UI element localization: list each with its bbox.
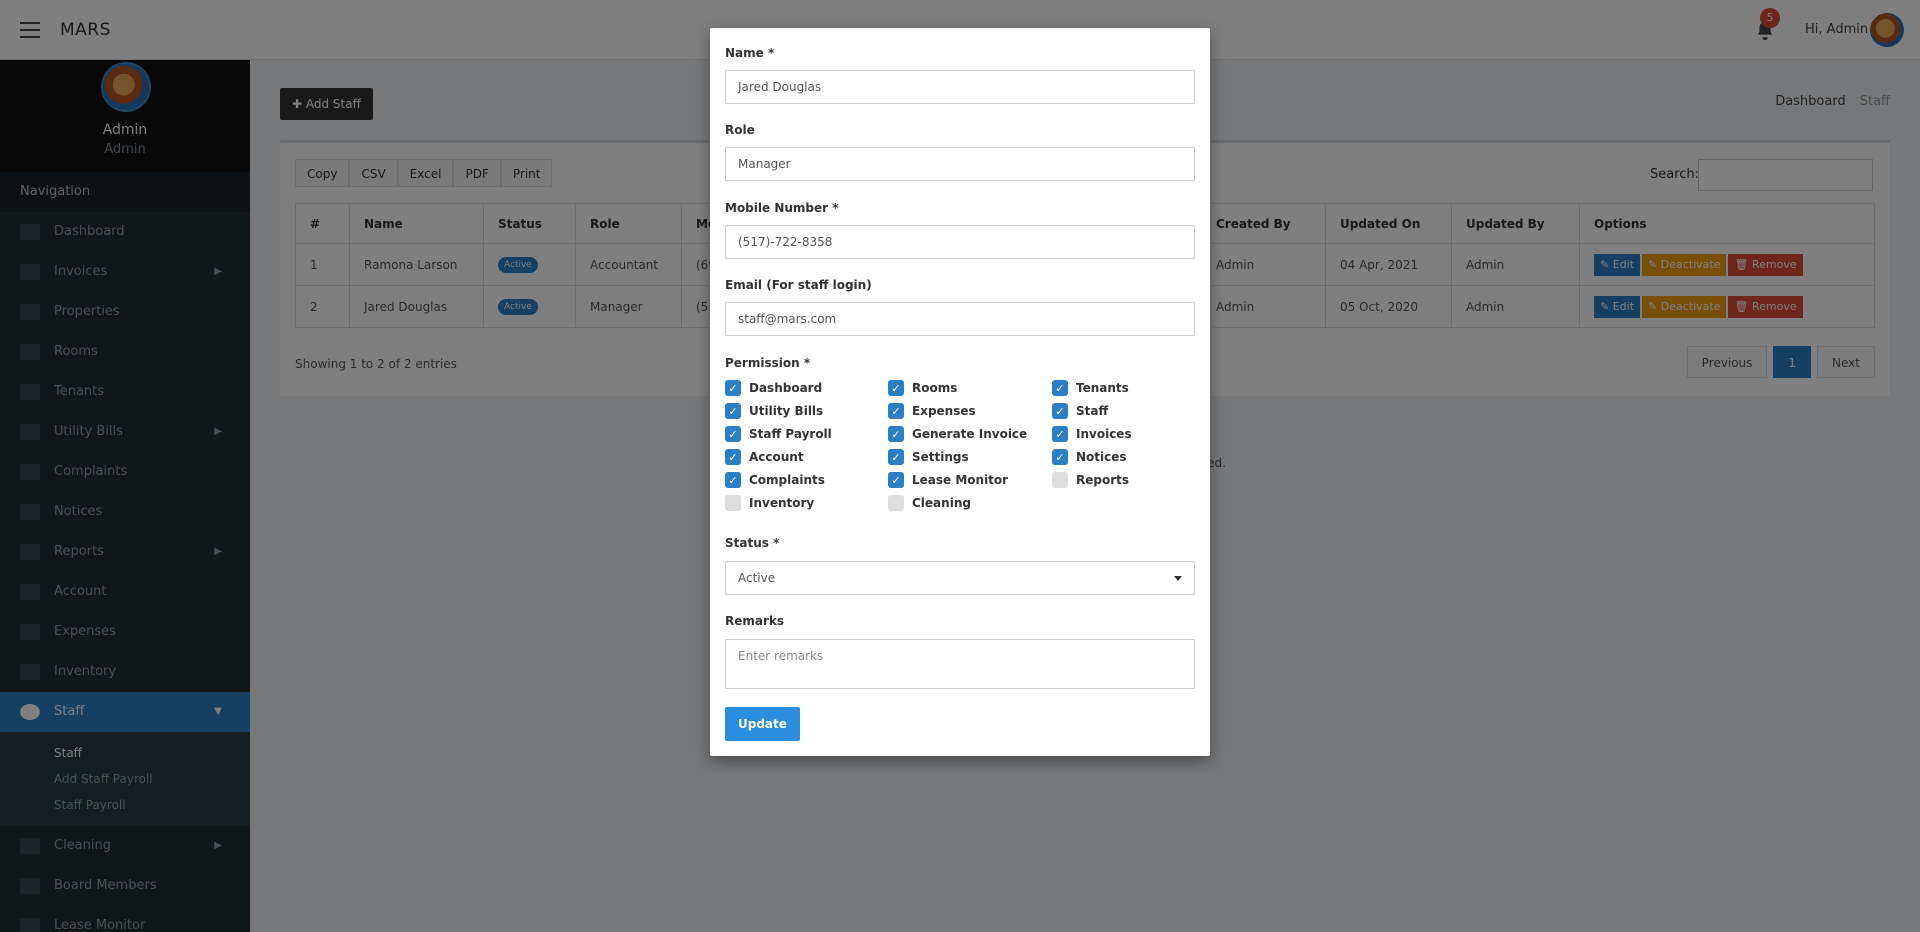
- checkbox-checked-icon[interactable]: ✓: [725, 403, 741, 419]
- status-label: Status *: [725, 536, 780, 550]
- checkbox-checked-icon[interactable]: ✓: [1052, 426, 1068, 442]
- permission-expenses[interactable]: ✓ Expenses: [888, 403, 976, 419]
- checkbox-checked-icon[interactable]: ✓: [888, 380, 904, 396]
- checkbox-checked-icon[interactable]: ✓: [725, 472, 741, 488]
- role-input[interactable]: Manager: [725, 147, 1195, 181]
- checkbox-checked-icon[interactable]: ✓: [725, 449, 741, 465]
- update-button[interactable]: Update: [725, 707, 800, 741]
- name-input[interactable]: Jared Douglas: [725, 70, 1195, 104]
- permission-tenants[interactable]: ✓ Tenants: [1052, 380, 1129, 396]
- checkbox-checked-icon[interactable]: ✓: [725, 426, 741, 442]
- permission-complaints[interactable]: ✓ Complaints: [725, 472, 825, 488]
- permission-staff[interactable]: ✓ Staff: [1052, 403, 1108, 419]
- checkbox-checked-icon[interactable]: ✓: [888, 449, 904, 465]
- permission-inventory[interactable]: Inventory: [725, 495, 814, 511]
- permission-settings[interactable]: ✓ Settings: [888, 449, 969, 465]
- mobile-input[interactable]: (517)-722-8358: [725, 225, 1195, 259]
- checkbox-unchecked-icon[interactable]: [888, 495, 904, 511]
- mobile-label: Mobile Number *: [725, 201, 839, 215]
- permission-notices[interactable]: ✓ Notices: [1052, 449, 1127, 465]
- edit-staff-modal: Name * Jared Douglas Role Manager Mobile…: [710, 28, 1210, 756]
- checkbox-unchecked-icon[interactable]: [725, 495, 741, 511]
- checkbox-checked-icon[interactable]: ✓: [1052, 449, 1068, 465]
- email-input[interactable]: staff@mars.com: [725, 302, 1195, 336]
- checkbox-checked-icon[interactable]: ✓: [1052, 380, 1068, 396]
- checkbox-checked-icon[interactable]: ✓: [725, 380, 741, 396]
- checkbox-checked-icon[interactable]: ✓: [888, 426, 904, 442]
- caret-down-icon: [1174, 576, 1182, 581]
- permission-account[interactable]: ✓ Account: [725, 449, 804, 465]
- checkbox-checked-icon[interactable]: ✓: [888, 403, 904, 419]
- permission-label: Permission *: [725, 356, 811, 370]
- checkbox-checked-icon[interactable]: ✓: [888, 472, 904, 488]
- permission-cleaning[interactable]: Cleaning: [888, 495, 971, 511]
- remarks-label: Remarks: [725, 614, 785, 628]
- checkbox-checked-icon[interactable]: ✓: [1052, 403, 1068, 419]
- checkbox-unchecked-icon[interactable]: [1052, 472, 1068, 488]
- permission-lease-monitor[interactable]: ✓ Lease Monitor: [888, 472, 1008, 488]
- permission-dashboard[interactable]: ✓ Dashboard: [725, 380, 822, 396]
- permission-invoices[interactable]: ✓ Invoices: [1052, 426, 1132, 442]
- permission-utility-bills[interactable]: ✓ Utility Bills: [725, 403, 823, 419]
- name-label: Name *: [725, 46, 775, 60]
- email-label: Email (For staff login): [725, 278, 872, 292]
- permission-rooms[interactable]: ✓ Rooms: [888, 380, 957, 396]
- status-select[interactable]: Active: [725, 561, 1195, 595]
- permission-reports[interactable]: Reports: [1052, 472, 1129, 488]
- remarks-textarea[interactable]: Enter remarks: [725, 639, 1195, 689]
- permission-generate-invoice[interactable]: ✓ Generate Invoice: [888, 426, 1027, 442]
- permission-staff-payroll[interactable]: ✓ Staff Payroll: [725, 426, 832, 442]
- role-label: Role: [725, 123, 755, 137]
